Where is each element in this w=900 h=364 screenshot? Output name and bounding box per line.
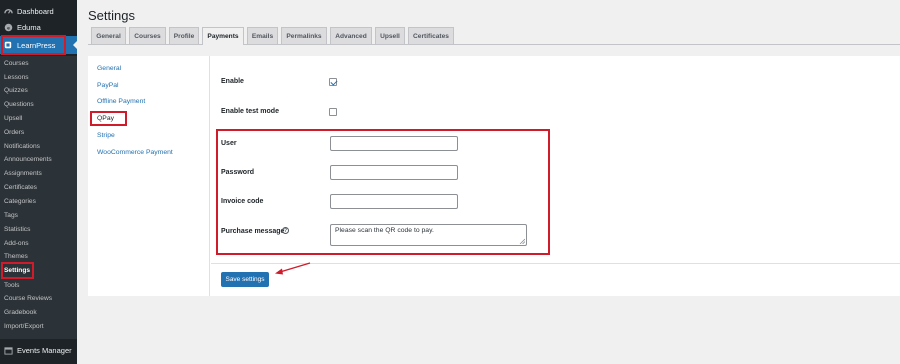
sidebar-item-eduma[interactable]: e Eduma: [0, 19, 77, 35]
annotation-arrow-icon: [275, 262, 311, 275]
payment-nav-woocommerce-payment[interactable]: WooCommerce Payment: [97, 149, 173, 157]
sidebar-item-quizzes[interactable]: Quizzes: [4, 87, 28, 95]
sidebar-item-categories[interactable]: Categories: [4, 198, 36, 206]
resize-grip-icon[interactable]: [519, 238, 525, 244]
checkmark-icon: [330, 78, 338, 86]
tab-emails[interactable]: Emails: [247, 27, 278, 44]
sidebar-item-assignments[interactable]: Assignments: [4, 170, 42, 178]
page-title: Settings: [88, 8, 135, 23]
payment-nav-general[interactable]: General: [97, 65, 121, 73]
sidebar-item-add-ons[interactable]: Add-ons: [4, 240, 29, 248]
test-mode-checkbox[interactable]: [329, 108, 337, 116]
tab-courses[interactable]: Courses: [129, 27, 166, 44]
current-menu-arrow: [73, 41, 77, 49]
sidebar-item-lessons[interactable]: Lessons: [4, 74, 29, 82]
invoice-code-input[interactable]: [330, 194, 458, 209]
sidebar-item-certificates[interactable]: Certificates: [4, 184, 37, 192]
sidebar-item-courses[interactable]: Courses: [4, 60, 29, 68]
purchase-message-textarea[interactable]: Please scan the QR code to pay.: [330, 224, 527, 246]
sidebar-item-tools[interactable]: Tools: [4, 282, 19, 290]
purchase-message-label: Purchase message: [221, 228, 285, 235]
sidebar-item-announcements[interactable]: Announcements: [4, 156, 52, 164]
sidebar-item-themes[interactable]: Themes: [4, 253, 28, 261]
tab-certificates[interactable]: Certificates: [408, 27, 454, 44]
payment-nav-stripe[interactable]: Stripe: [97, 132, 115, 140]
sidebar-item-dashboard[interactable]: Dashboard: [0, 3, 77, 19]
invoice-code-label: Invoice code: [221, 198, 264, 205]
payment-nav-offline-payment[interactable]: Offline Payment: [97, 98, 145, 106]
sidebar-item-label: Eduma: [17, 22, 41, 32]
dashboard-icon: [4, 7, 13, 16]
highlight-learnpress: [1, 35, 66, 55]
sidebar-item-gradebook[interactable]: Gradebook: [4, 309, 37, 317]
sidebar-item-course-reviews[interactable]: Course Reviews: [4, 295, 52, 303]
enable-checkbox[interactable]: [329, 78, 338, 86]
tab-permalinks[interactable]: Permalinks: [281, 27, 327, 44]
payment-nav-paypal[interactable]: PayPal: [97, 82, 119, 90]
sidebar-item-label: Events Manager: [17, 345, 72, 355]
highlight-settings: [1, 262, 34, 279]
sidebar-item-tags[interactable]: Tags: [4, 212, 18, 220]
tab-general[interactable]: General: [91, 27, 126, 44]
user-label: User: [221, 140, 237, 147]
help-icon[interactable]: ?: [282, 227, 289, 234]
sidebar-item-import-export[interactable]: Import/Export: [4, 323, 44, 331]
user-input[interactable]: [330, 136, 458, 151]
sidebar-item-orders[interactable]: Orders: [4, 129, 24, 137]
tab-profile[interactable]: Profile: [169, 27, 199, 44]
sidebar-item-upsell[interactable]: Upsell: [4, 115, 22, 123]
tab-payments[interactable]: Payments: [202, 27, 244, 45]
calendar-icon: [4, 346, 13, 355]
sidebar-item-events-manager[interactable]: Events Manager: [0, 343, 77, 357]
sidebar-item-statistics[interactable]: Statistics: [4, 226, 30, 234]
highlight-qpay: [90, 111, 127, 126]
eduma-logo-icon: e: [4, 23, 13, 32]
password-label: Password: [221, 169, 255, 176]
form-divider: [211, 263, 900, 264]
password-input[interactable]: [330, 165, 458, 180]
tab-advanced[interactable]: Advanced: [330, 27, 372, 44]
sidebar-item-notifications[interactable]: Notifications: [4, 143, 40, 151]
sidebar-item-label: Dashboard: [17, 6, 54, 16]
enable-label: Enable: [221, 78, 244, 85]
sidebar-item-questions[interactable]: Questions: [4, 101, 34, 109]
tab-upsell[interactable]: Upsell: [375, 27, 405, 44]
test-mode-label: Enable test mode: [221, 108, 279, 115]
payment-methods-nav: [88, 56, 210, 296]
save-settings-button[interactable]: Save settings: [221, 272, 269, 287]
svg-text:e: e: [7, 26, 10, 31]
